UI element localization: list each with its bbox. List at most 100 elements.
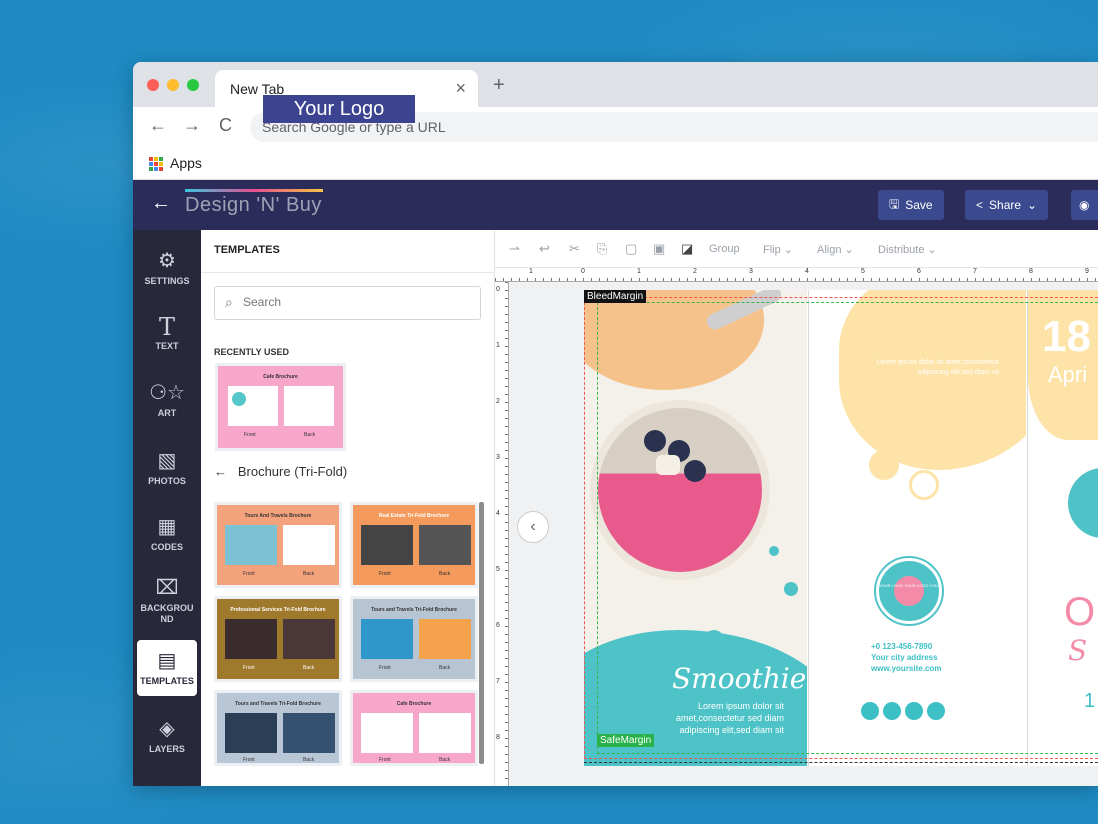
- thumb-front-label: Front: [243, 757, 255, 763]
- flip-dropdown[interactable]: Flip ⌄: [763, 243, 793, 256]
- headline-letter[interactable]: O: [1064, 590, 1095, 635]
- align-label: Align: [817, 244, 842, 256]
- recently-used-label: RECENTLY USED: [214, 347, 290, 357]
- whatsapp-icon[interactable]: [927, 702, 945, 720]
- sidebar-item-label: TEXT: [155, 341, 179, 351]
- distribute-dropdown[interactable]: Distribute ⌄: [878, 243, 937, 256]
- brochure-page[interactable]: Smoothie Lorem ipsum dolor sit amet,cons…: [584, 290, 1098, 766]
- panel-scrollbar[interactable]: [479, 502, 484, 764]
- your-logo-placeholder[interactable]: Your Logo: [263, 95, 415, 123]
- template-thumb[interactable]: Real Estate Tri-Fold Brochure Front Back: [350, 502, 478, 588]
- recent-template-thumb[interactable]: Cafe Brochure Front Back: [215, 363, 346, 451]
- logo-badge[interactable]: [1068, 468, 1098, 538]
- redo-icon[interactable]: ⇀: [509, 241, 520, 257]
- close-window-dot[interactable]: [147, 79, 159, 91]
- sidebar-item-label: CODES: [150, 542, 183, 552]
- share-button[interactable]: < Share ⌄: [965, 190, 1049, 220]
- account-button[interactable]: ◉: [1071, 190, 1098, 220]
- new-tab-icon[interactable]: +: [493, 74, 505, 97]
- art-icon: ⚆☆: [149, 382, 185, 404]
- logo-badge[interactable]: YOUR LOGO YOUR LOGO YOUR LOGO: [876, 558, 942, 624]
- sidebar-item-background[interactable]: ⌧ BACKGROU ND: [133, 575, 201, 625]
- phone-text[interactable]: +0 123-456-7890: [871, 642, 932, 651]
- thumb-page-left: [225, 713, 277, 753]
- brochure-panel-front[interactable]: Smoothie Lorem ipsum dolor sit amet,cons…: [584, 290, 807, 766]
- event-day[interactable]: 18: [1042, 312, 1091, 362]
- website-text[interactable]: www.yoursite.com: [871, 664, 941, 673]
- reload-icon[interactable]: C: [219, 115, 232, 136]
- address-text[interactable]: Your city address: [871, 653, 938, 662]
- teal-dot: [784, 582, 798, 596]
- align-dropdown[interactable]: Align ⌄: [817, 243, 854, 256]
- document-icon[interactable]: ▣: [653, 241, 665, 257]
- maximize-window-dot[interactable]: [187, 79, 199, 91]
- thumb-title: Tours and Travels Tri-Fold Brochure: [371, 607, 457, 613]
- duplicate-icon[interactable]: ◪: [681, 241, 693, 257]
- panel1-body[interactable]: Lorem ipsum dolor sit amet,consectetur s…: [644, 700, 784, 736]
- category-breadcrumb[interactable]: ← Brochure (Tri-Fold): [214, 464, 347, 479]
- sidebar-item-art[interactable]: ⚆☆ ART: [133, 380, 201, 418]
- apps-bookmark[interactable]: Apps: [170, 155, 202, 171]
- back-arrow-icon[interactable]: ←: [151, 192, 171, 215]
- edit-toolbar: ⇀ ↩ ✂ ⎘ ▢ ▣ ◪ Group Flip ⌄ Align ⌄ Distr…: [495, 230, 1098, 268]
- thumb-back-label: Back: [303, 571, 315, 577]
- share-label: Share: [989, 198, 1022, 212]
- group-button[interactable]: Group: [709, 243, 740, 255]
- teal-dot: [769, 546, 779, 556]
- sidebar-item-photos[interactable]: ▧ PHOTOS: [133, 448, 201, 486]
- sidebar-item-settings[interactable]: ⚙ SETTINGS: [133, 248, 201, 286]
- close-icon[interactable]: ×: [455, 78, 466, 99]
- event-month[interactable]: Apri: [1048, 362, 1087, 388]
- ruler-number: 2: [693, 268, 697, 275]
- brochure-panel-middle[interactable]: Lorem ipsum dolor sit amet,consectetur a…: [808, 290, 1026, 766]
- template-thumb[interactable]: Tours and Travels Tri-Fold Brochure Fron…: [350, 596, 478, 682]
- paste-icon[interactable]: ▢: [625, 241, 637, 257]
- thumb-page-right: [284, 386, 334, 426]
- copy-icon[interactable]: ⎘: [597, 241, 607, 257]
- template-thumb[interactable]: Professional Services Tri-Fold Brochure …: [214, 596, 342, 682]
- price-digit[interactable]: 1: [1084, 690, 1095, 713]
- template-search[interactable]: ⌕: [214, 286, 481, 320]
- save-button[interactable]: 🖫 Save: [878, 190, 944, 220]
- app-header: ← Design 'N' Buy 🖫 Save < Share ⌄ ◉: [133, 180, 1098, 230]
- brochure-panel-back[interactable]: 18 Apri O S 1: [1027, 290, 1098, 766]
- thumb-front-label: Front: [244, 432, 256, 438]
- script-letter[interactable]: S: [1068, 634, 1087, 667]
- search-icon: ⌕: [225, 294, 233, 310]
- back-arrow-icon[interactable]: ←: [149, 115, 167, 136]
- sidebar-item-codes[interactable]: ▦ CODES: [133, 514, 201, 552]
- sidebar-item-templates[interactable]: ▤ TEMPLATES: [137, 640, 197, 696]
- thumb-back-label: Back: [303, 665, 315, 671]
- forward-arrow-icon[interactable]: →: [183, 115, 201, 136]
- template-thumb[interactable]: Tours And Travels Brochure Front Back: [214, 502, 342, 588]
- ruler-number: 8: [496, 734, 500, 741]
- minimize-window-dot[interactable]: [167, 79, 179, 91]
- ruler-number: 3: [749, 268, 753, 275]
- thumb-title: Tours and Travels Tri-Fold Brochure: [235, 701, 321, 707]
- templates-panel: TEMPLATES ⌕ RECENTLY USED Cafe Brochure …: [201, 230, 495, 786]
- search-input[interactable]: [243, 295, 463, 309]
- user-icon: ◉: [1079, 198, 1090, 212]
- undo-icon[interactable]: ↩: [539, 241, 550, 257]
- template-thumb[interactable]: Cafe Brochure Front Back: [350, 690, 478, 766]
- category-title: Brochure (Tri-Fold): [237, 464, 348, 479]
- previous-page-button[interactable]: ‹: [517, 511, 549, 543]
- templates-icon: ▤: [157, 650, 177, 672]
- apps-grid-icon[interactable]: [149, 157, 163, 171]
- sidebar-item-text[interactable]: T TEXT: [133, 313, 201, 351]
- horizontal-ruler: 1 0 1 2 3 4 5 6 7 8 9: [495, 268, 1098, 282]
- ruler-number: 7: [973, 268, 977, 275]
- back-arrow-icon[interactable]: ←: [214, 464, 227, 479]
- sidebar-item-layers[interactable]: ◈ LAYERS: [133, 716, 201, 754]
- sidebar-item-label: TEMPLATES: [140, 676, 194, 686]
- thumb-back-label: Back: [303, 757, 315, 763]
- cut-icon[interactable]: ✂: [569, 241, 580, 257]
- facebook-icon[interactable]: [883, 702, 901, 720]
- template-thumb[interactable]: Tours and Travels Tri-Fold Brochure Fron…: [214, 690, 342, 766]
- instagram-icon[interactable]: [861, 702, 879, 720]
- sidebar-item-label: BACKGROU ND: [140, 603, 194, 624]
- smoothie-heading[interactable]: Smoothie: [672, 662, 806, 695]
- lemon-slice-icon: [909, 470, 939, 500]
- panel2-blurb[interactable]: Lorem ipsum dolor sit amet,consectetur a…: [869, 358, 999, 378]
- twitter-icon[interactable]: [905, 702, 923, 720]
